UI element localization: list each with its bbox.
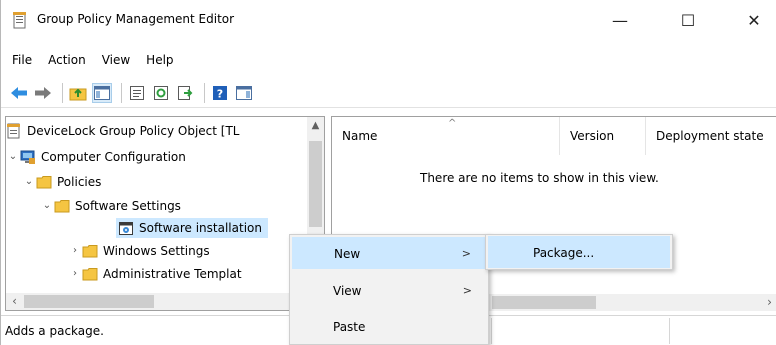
- window-title: Group Policy Management Editor: [37, 12, 235, 26]
- show-hide-tree-button[interactable]: [92, 82, 112, 103]
- computer-icon: [20, 150, 35, 164]
- scroll-up-icon[interactable]: ▲: [307, 117, 324, 134]
- up-folder-icon: [69, 88, 87, 100]
- menu-bar: File Action View Help: [1, 49, 182, 71]
- show-hide-tree-icon: [94, 85, 110, 100]
- tree-item-label: Windows Settings: [103, 244, 210, 258]
- scroll-right-icon[interactable]: ›: [761, 294, 776, 311]
- folder-icon: [82, 268, 98, 281]
- column-header-name[interactable]: Name ^: [332, 117, 560, 155]
- tree-item-label: Software Settings: [75, 199, 181, 213]
- context-submenu: Package...: [485, 234, 673, 270]
- export-list-button[interactable]: [175, 83, 195, 103]
- close-icon: ✕: [747, 10, 761, 30]
- column-header-label: Version: [570, 129, 615, 143]
- maximize-icon: ☐: [680, 10, 696, 30]
- chevron-down-icon[interactable]: ⌄: [6, 147, 20, 167]
- sort-ascending-icon: ^: [448, 118, 457, 129]
- context-menu-item-paste[interactable]: Paste: [292, 311, 486, 343]
- scroll-thumb[interactable]: [24, 295, 154, 308]
- tree-item-policies[interactable]: ⌄ Policies: [22, 172, 102, 192]
- help-icon: ?: [213, 85, 227, 100]
- toolbar-separator: [121, 82, 122, 103]
- properties-icon: [130, 85, 144, 100]
- folder-icon: [36, 176, 52, 189]
- tree-horizontal-scrollbar[interactable]: ‹ ›: [6, 293, 324, 310]
- menu-file[interactable]: File: [1, 49, 40, 71]
- tree-item-label: Policies: [57, 175, 102, 189]
- folder-icon: [54, 200, 70, 213]
- up-folder-button[interactable]: [68, 83, 88, 103]
- tree-item-software-settings[interactable]: ⌄ Software Settings: [40, 196, 181, 216]
- refresh-button[interactable]: [151, 83, 171, 103]
- refresh-icon: [154, 85, 168, 100]
- column-header-label: Deployment state: [656, 129, 764, 143]
- column-header-label: Name: [342, 129, 378, 143]
- toolbar: ?: [1, 78, 776, 108]
- chevron-right-icon[interactable]: ›: [68, 241, 82, 261]
- status-text: Adds a package.: [5, 324, 104, 338]
- maximize-button[interactable]: ☐: [665, 0, 711, 40]
- context-menu-item-package[interactable]: Package...: [488, 236, 670, 268]
- minimize-icon: —: [612, 10, 628, 30]
- tree-item-administrative-templates[interactable]: › Administrative Templat: [68, 264, 242, 284]
- software-installation-icon: [119, 222, 133, 235]
- menu-item-label: Paste: [333, 320, 366, 334]
- context-menu-item-new[interactable]: New >: [292, 237, 486, 269]
- gpme-window: Group Policy Management Editor — ☐ ✕ Fil…: [0, 0, 776, 345]
- close-button[interactable]: ✕: [731, 0, 776, 40]
- menu-item-label: View: [333, 284, 362, 298]
- folder-icon: [82, 245, 98, 258]
- show-hide-action-pane-icon: [236, 85, 252, 100]
- policy-object-icon: [7, 123, 20, 139]
- column-header-version[interactable]: Version: [560, 117, 646, 155]
- column-header-deployment-state[interactable]: Deployment state: [646, 117, 776, 155]
- chevron-down-icon[interactable]: ⌄: [22, 172, 36, 192]
- submenu-arrow-icon: >: [462, 284, 472, 297]
- chevron-right-icon[interactable]: ›: [68, 264, 82, 284]
- menu-item-label: Package...: [533, 246, 595, 260]
- title-bar[interactable]: Group Policy Management Editor — ☐ ✕: [1, 0, 776, 40]
- tree-item-gpo[interactable]: DeviceLock Group Policy Object [TL: [6, 121, 240, 141]
- properties-button[interactable]: [127, 83, 147, 103]
- chevron-down-icon[interactable]: ⌄: [40, 196, 54, 216]
- forward-button[interactable]: [33, 83, 53, 103]
- tree-item-windows-settings[interactable]: › Windows Settings: [68, 241, 210, 261]
- help-button[interactable]: ?: [210, 83, 230, 103]
- toolbar-separator: [62, 82, 63, 103]
- status-divider: [669, 318, 670, 344]
- minimize-button[interactable]: —: [597, 0, 643, 40]
- show-hide-action-pane-button[interactable]: [234, 83, 254, 103]
- back-icon: [11, 86, 27, 99]
- scroll-thumb[interactable]: [309, 141, 322, 227]
- forward-icon: [35, 86, 51, 99]
- menu-action[interactable]: Action: [40, 49, 94, 71]
- svg-text:?: ?: [217, 87, 223, 100]
- toolbar-separator: [204, 82, 205, 103]
- tree-item-label: Administrative Templat: [103, 267, 242, 281]
- back-button[interactable]: [9, 83, 29, 103]
- context-menu: New > View > Paste: [289, 234, 489, 345]
- tree-item-computer-configuration[interactable]: ⌄ Computer Configuration: [6, 147, 186, 167]
- submenu-arrow-icon: >: [461, 247, 471, 260]
- menu-view[interactable]: View: [94, 49, 138, 71]
- menu-help[interactable]: Help: [138, 49, 181, 71]
- context-menu-item-view[interactable]: View >: [292, 275, 486, 307]
- console-tree[interactable]: DeviceLock Group Policy Object [TL ⌄ Com…: [5, 116, 325, 311]
- menu-item-label: New: [334, 247, 361, 261]
- tree-item-label: DeviceLock Group Policy Object [TL: [27, 124, 240, 138]
- app-icon: [13, 12, 26, 29]
- status-divider: [491, 318, 492, 344]
- tree-item-software-installation[interactable]: Software installation: [116, 218, 268, 238]
- export-list-icon: [178, 85, 193, 100]
- tree-item-label: Computer Configuration: [41, 150, 186, 164]
- scroll-left-icon[interactable]: ‹: [6, 293, 23, 310]
- empty-list-message: There are no items to show in this view.: [420, 171, 659, 185]
- scroll-thumb[interactable]: [492, 296, 596, 309]
- tree-item-label: Software installation: [139, 221, 262, 235]
